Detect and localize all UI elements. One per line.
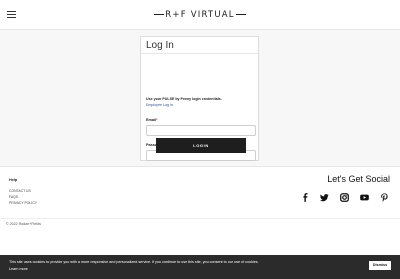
privacy-policy-link[interactable]: PRIVACY POLICY bbox=[9, 200, 37, 206]
logo-plus: + bbox=[172, 10, 181, 20]
email-field[interactable] bbox=[146, 125, 256, 136]
login-instructions: Use your PULSE by Peeny login credential… bbox=[146, 97, 222, 101]
email-label: Email* bbox=[146, 118, 158, 122]
cookie-banner: This site uses cookies to provide you wi… bbox=[0, 255, 400, 279]
card-divider bbox=[141, 53, 258, 54]
login-title: Log In bbox=[146, 40, 174, 51]
employee-login-link[interactable]: Employee Log In bbox=[146, 103, 173, 107]
footer-links: CONTACT US FAQS PRIVACY POLICY bbox=[9, 188, 37, 206]
youtube-icon[interactable] bbox=[359, 193, 369, 202]
required-marker: * bbox=[156, 118, 158, 122]
pinterest-icon[interactable] bbox=[379, 193, 389, 202]
social-heading: Let's Get Social bbox=[327, 174, 390, 184]
copyright-text: © 2022 Rodan+Fields bbox=[6, 222, 41, 226]
logo-letter-f: F bbox=[180, 10, 187, 20]
email-label-text: Email bbox=[146, 118, 157, 122]
login-button[interactable]: LOGIN bbox=[156, 138, 246, 153]
cookie-message: This site uses cookies to provide you wi… bbox=[9, 260, 259, 264]
instagram-icon[interactable] bbox=[339, 193, 349, 202]
twitter-icon[interactable] bbox=[319, 193, 329, 202]
footer-divider bbox=[0, 218, 400, 219]
logo-word: VIRTUAL bbox=[190, 10, 235, 20]
facebook-icon[interactable] bbox=[300, 193, 310, 202]
learn-more-link[interactable]: Learn more bbox=[9, 267, 28, 271]
site-header: R+F VIRTUAL bbox=[0, 0, 400, 30]
dismiss-button[interactable]: Dismiss bbox=[369, 261, 391, 270]
brand-logo[interactable]: R+F VIRTUAL bbox=[0, 10, 400, 20]
help-heading: Help bbox=[9, 178, 18, 182]
login-card: Log In Use your PULSE by Peeny login cre… bbox=[140, 36, 259, 161]
